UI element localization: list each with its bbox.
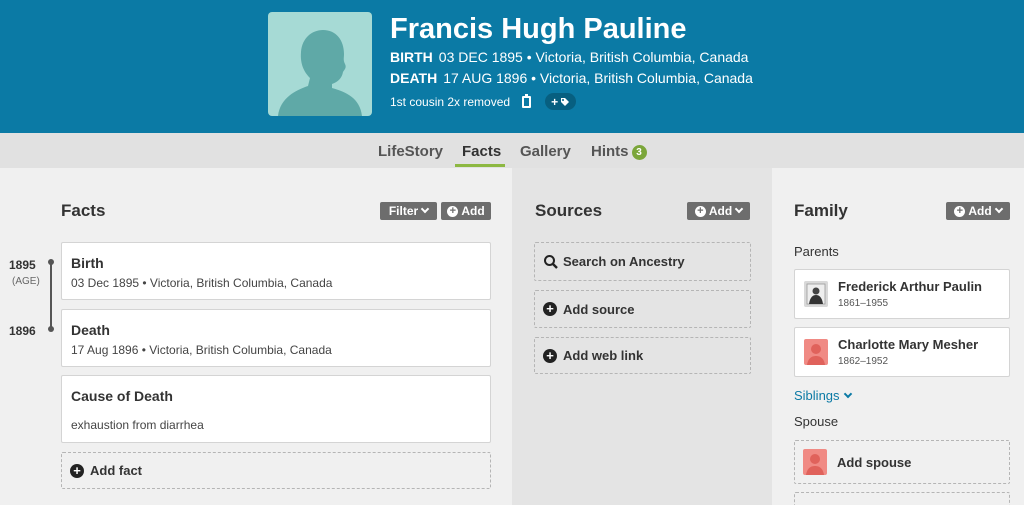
sources-heading: Sources (535, 201, 603, 220)
add-family-button[interactable]: + Add (946, 202, 1010, 220)
profile-tabs: LifeStory Facts Gallery Hints 3 (0, 133, 1024, 168)
portrait-photo-icon (804, 281, 828, 307)
add-spouse-button[interactable]: Add spouse (794, 440, 1010, 484)
add-family-label: Add (968, 204, 992, 218)
female-avatar-icon (804, 339, 828, 365)
clipboard-icon[interactable] (522, 93, 532, 108)
search-on-ancestry-button[interactable]: Search on Ancestry (534, 242, 751, 281)
fact-card-death[interactable]: Death 17 Aug 1896 • Victoria, British Co… (61, 309, 491, 367)
fact-title: Birth (71, 255, 104, 271)
fact-detail: 03 Dec 1895 • Victoria, British Columbia… (71, 276, 333, 290)
birth-label: BIRTH (390, 49, 433, 65)
spouse-label: Spouse (794, 414, 839, 429)
relationship-text[interactable]: 1st cousin 2x removed (390, 95, 510, 109)
fact-card-cause-of-death[interactable]: Cause of Death exhaustion from diarrhea (61, 375, 491, 443)
chevron-down-icon (843, 389, 852, 399)
female-avatar-icon (803, 449, 827, 475)
timeline-dot (48, 259, 54, 265)
add-source-top-label: Add (708, 204, 733, 218)
fact-detail: 17 Aug 1896 • Victoria, British Columbia… (71, 343, 332, 357)
plus-circle-icon: + (70, 463, 84, 478)
parent-dates: 1861–1955 (838, 298, 889, 309)
siblings-label: Siblings (794, 388, 840, 403)
plus-circle-icon: + (694, 205, 706, 217)
add-fact-label: Add fact (90, 463, 142, 478)
tab-hints[interactable]: Hints 3 (591, 143, 647, 160)
tag-icon (561, 97, 570, 106)
birth-summary: BIRTH 03 DEC 1895 • Victoria, British Col… (390, 49, 748, 65)
add-tag-button[interactable]: + (545, 93, 577, 110)
chevron-down-icon (994, 204, 1003, 214)
add-source-top-button[interactable]: + Add (687, 202, 750, 220)
timeline-year-death: 1896 (9, 324, 36, 338)
relationship-row: 1st cousin 2x removed + (390, 93, 577, 110)
fact-card-birth[interactable]: Birth 03 Dec 1895 • Victoria, British Co… (61, 242, 491, 300)
add-fact-top-button[interactable]: + Add (441, 202, 491, 220)
plus-circle-icon: + (543, 302, 557, 316)
death-summary: DEATH 17 AUG 1896 • Victoria, British Col… (390, 70, 753, 86)
female-silhouette-icon (807, 344, 825, 365)
filter-label: Filter (388, 204, 419, 218)
chevron-down-icon (420, 204, 430, 214)
plus-circle-icon: + (447, 205, 459, 217)
timeline-dot (48, 326, 54, 332)
parent-name: Charlotte Mary Mesher (838, 337, 979, 352)
add-fact-button[interactable]: + Add fact (61, 452, 491, 489)
plus-circle-icon: + (954, 205, 966, 217)
timeline-line (50, 261, 52, 329)
add-spouse-label: Add spouse (837, 454, 912, 470)
hints-count-badge: 3 (631, 145, 647, 160)
tab-facts[interactable]: Facts (462, 143, 501, 160)
chevron-down-icon (734, 204, 744, 214)
tab-lifestory[interactable]: LifeStory (378, 143, 443, 160)
tab-hints-label: Hints (591, 143, 629, 160)
profile-photo-placeholder[interactable] (268, 12, 372, 116)
add-source-label: Add source (563, 301, 635, 317)
timeline-year-birth: 1895 (9, 258, 36, 272)
parents-label: Parents (794, 244, 839, 259)
death-text: 17 AUG 1896 • Victoria, British Columbia… (443, 70, 753, 86)
fact-title: Death (71, 322, 110, 338)
search-on-ancestry-label: Search on Ancestry (563, 254, 685, 269)
add-web-link-label: Add web link (563, 348, 644, 363)
parent-card-father[interactable]: Frederick Arthur Paulin 1861–1955 (794, 269, 1010, 319)
female-silhouette-icon (806, 454, 824, 475)
add-source-button[interactable]: + Add source (534, 290, 751, 328)
father-photo (804, 281, 828, 307)
tab-gallery[interactable]: Gallery (520, 143, 571, 160)
family-heading: Family (794, 201, 848, 220)
search-icon (544, 254, 558, 269)
birth-text: 03 DEC 1895 • Victoria, British Columbia… (438, 49, 749, 65)
death-label: DEATH (390, 70, 438, 86)
person-name: Francis Hugh Pauline (390, 13, 687, 45)
fact-title: Cause of Death (71, 388, 173, 404)
add-fact-top-label: Add (461, 204, 485, 218)
fact-detail: exhaustion from diarrhea (71, 418, 204, 432)
filter-button[interactable]: Filter (380, 202, 437, 220)
parent-dates: 1862–1952 (838, 356, 889, 367)
facts-heading: Facts (61, 201, 106, 220)
add-tag-plus: + (551, 94, 559, 109)
add-child-button-partial[interactable] (794, 492, 1010, 505)
siblings-toggle[interactable]: Siblings (794, 388, 852, 403)
parent-card-mother[interactable]: Charlotte Mary Mesher 1862–1952 (794, 327, 1010, 377)
add-web-link-button[interactable]: + Add web link (534, 337, 751, 374)
timeline-age-label: (AGE) (12, 276, 40, 287)
plus-circle-icon: + (543, 348, 557, 363)
parent-name: Frederick Arthur Paulin (838, 279, 982, 294)
active-tab-indicator (455, 164, 505, 167)
male-silhouette-icon (278, 30, 362, 116)
person-header: Francis Hugh Pauline BIRTH 03 DEC 1895 • … (0, 0, 1024, 133)
